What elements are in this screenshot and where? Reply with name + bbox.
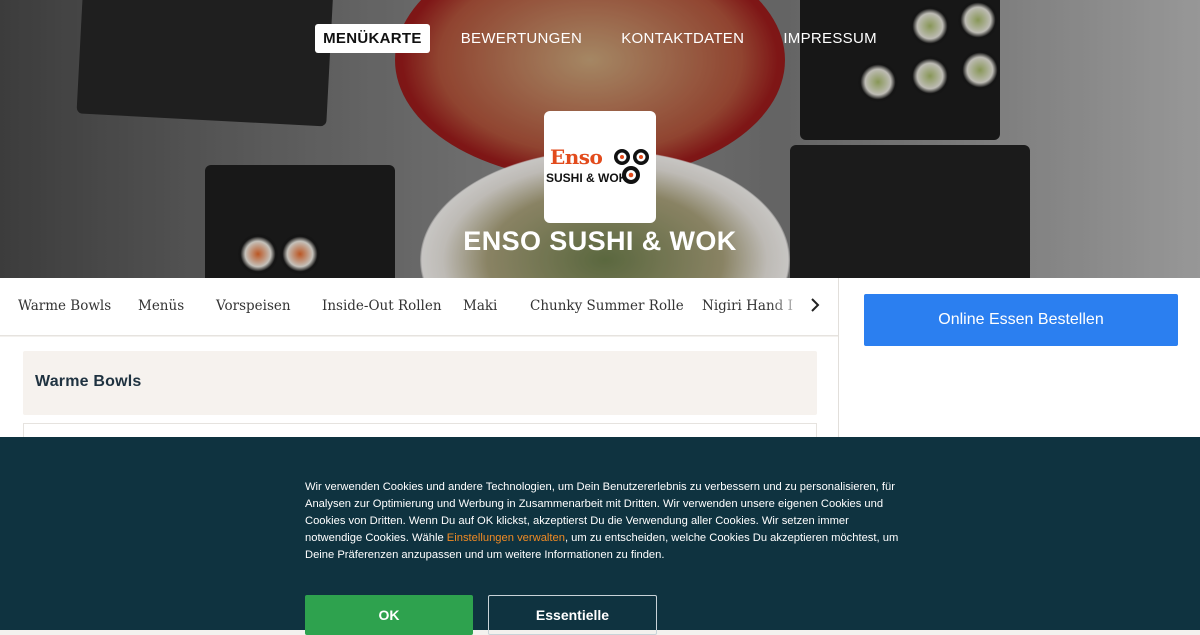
category-tab[interactable]: Menüs bbox=[138, 298, 184, 314]
nav-kontaktdaten[interactable]: KONTAKTDATEN bbox=[613, 24, 752, 53]
tabs-fade bbox=[768, 278, 808, 335]
section-title: Warme Bowls bbox=[35, 373, 142, 390]
category-tabs: Warme Bowls Menüs Vorspeisen Inside-Out … bbox=[0, 278, 838, 336]
nav-menukarte[interactable]: MENÜKARTE bbox=[315, 24, 430, 53]
top-navigation: MENÜKARTE BEWERTUNGEN KONTAKTDATEN IMPRE… bbox=[0, 24, 1200, 53]
accept-all-button[interactable]: OK bbox=[305, 595, 473, 635]
category-tab[interactable]: Vorspeisen bbox=[216, 298, 291, 314]
sushi-logo-icon bbox=[614, 149, 649, 184]
nav-impressum[interactable]: IMPRESSUM bbox=[775, 24, 885, 53]
hero-banner: MENÜKARTE BEWERTUNGEN KONTAKTDATEN IMPRE… bbox=[0, 0, 1200, 278]
category-tab[interactable]: Inside-Out Rollen bbox=[322, 298, 442, 314]
manage-settings-link[interactable]: Einstellungen verwalten bbox=[447, 532, 565, 544]
cookie-text: Wir verwenden Cookies und andere Technol… bbox=[305, 479, 905, 564]
restaurant-name: ENSO SUSHI & WOK bbox=[463, 226, 737, 256]
cookie-banner: Wir verwenden Cookies und andere Technol… bbox=[0, 437, 1200, 635]
category-tab[interactable]: Chunky Summer Rolle bbox=[530, 298, 684, 314]
menu-section-header: Warme Bowls bbox=[23, 351, 817, 415]
restaurant-logo: Enso SUSHI & WOK bbox=[544, 111, 656, 223]
order-online-button[interactable]: Online Essen Bestellen bbox=[864, 294, 1178, 346]
category-tab[interactable]: Maki bbox=[463, 298, 497, 314]
category-tab[interactable]: Warme Bowls bbox=[18, 298, 111, 314]
essential-only-button[interactable]: Essentielle bbox=[488, 595, 657, 635]
menu-content: Warme Bowls bbox=[0, 337, 838, 453]
logo-brand-text: Enso bbox=[550, 145, 603, 169]
nav-bewertungen[interactable]: BEWERTUNGEN bbox=[453, 24, 590, 53]
chevron-right-icon[interactable] bbox=[810, 297, 820, 317]
order-sidebar: Online Essen Bestellen bbox=[838, 278, 1200, 438]
